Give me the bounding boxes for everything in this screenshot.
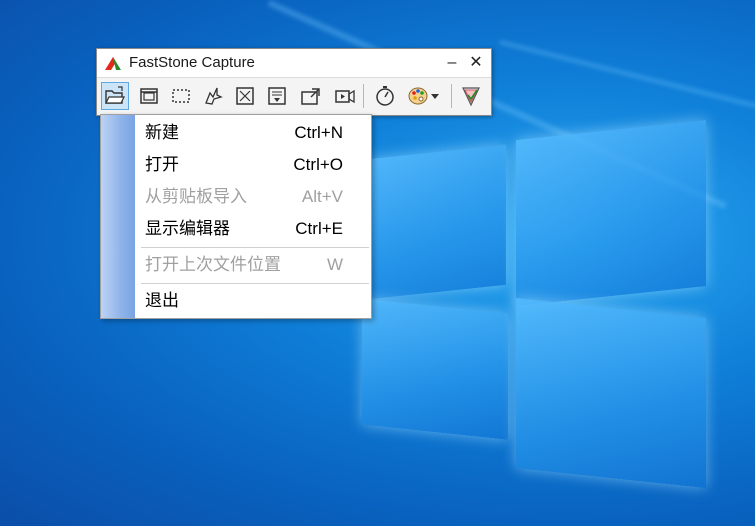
menu-item-label: 显示编辑器 (145, 219, 230, 239)
windows-logo-pane-bottom-left (362, 298, 508, 440)
menu-item-shortcut: W (326, 255, 343, 274)
menu-item-shortcut: Alt+V (301, 187, 343, 206)
menu-item-open-last-file-location[interactable]: 打开上次文件位置 W (135, 249, 371, 281)
menu-item-label: 从剪贴板导入 (145, 187, 247, 207)
menu-item-shortcut: Ctrl+E (295, 219, 343, 238)
faststone-capture-window: FastStone Capture – ✕ (96, 48, 492, 116)
capture-window-icon[interactable] (135, 82, 163, 110)
menu-separator (141, 247, 369, 248)
windows-logo-pane-bottom-right (516, 298, 706, 488)
toolbar-separator (451, 84, 452, 108)
capture-rectangle-icon[interactable] (167, 82, 195, 110)
timer-icon[interactable] (371, 82, 399, 110)
menu-item-open[interactable]: 打开 Ctrl+O (135, 149, 371, 181)
capture-fullscreen-icon[interactable] (231, 82, 259, 110)
settings-icon[interactable] (457, 82, 485, 110)
menu-item-exit[interactable]: 退出 (135, 285, 371, 317)
chevron-down-icon (431, 94, 439, 99)
open-folder-icon[interactable] (101, 82, 129, 110)
light-beam (499, 40, 755, 117)
output-icon[interactable] (297, 82, 325, 110)
capture-scrolling-icon[interactable] (263, 82, 291, 110)
close-button[interactable]: ✕ (465, 52, 487, 74)
windows-logo-pane-top-left (368, 144, 506, 300)
screen-recorder-icon[interactable] (331, 82, 359, 110)
menu-item-shortcut: Ctrl+N (294, 123, 343, 142)
menu-separator (141, 283, 369, 284)
menu-item-label: 打开上次文件位置 (145, 255, 281, 275)
windows-logo-pane-top-right (516, 120, 706, 306)
toolbar-separator (363, 84, 364, 108)
menu-item-label: 新建 (145, 123, 179, 143)
capture-freehand-icon[interactable] (199, 82, 227, 110)
menu-item-label: 退出 (145, 291, 179, 311)
menu-item-show-editor[interactable]: 显示编辑器 Ctrl+E (135, 213, 371, 245)
minimize-button[interactable]: – (441, 52, 463, 74)
title-bar[interactable]: FastStone Capture – ✕ (97, 49, 491, 78)
window-title: FastStone Capture (129, 54, 255, 71)
capture-toolbar (97, 78, 491, 114)
menu-side-strip (101, 115, 135, 318)
faststone-logo-icon (105, 57, 121, 70)
file-dropdown-menu: 新建 Ctrl+N 打开 Ctrl+O 从剪贴板导入 Alt+V 显示编辑器 C… (100, 114, 372, 319)
menu-item-new[interactable]: 新建 Ctrl+N (135, 117, 371, 149)
menu-item-shortcut: Ctrl+O (293, 155, 343, 174)
color-palette-icon[interactable] (403, 82, 443, 110)
menu-item-import-from-clipboard[interactable]: 从剪贴板导入 Alt+V (135, 181, 371, 213)
menu-item-label: 打开 (145, 155, 179, 175)
